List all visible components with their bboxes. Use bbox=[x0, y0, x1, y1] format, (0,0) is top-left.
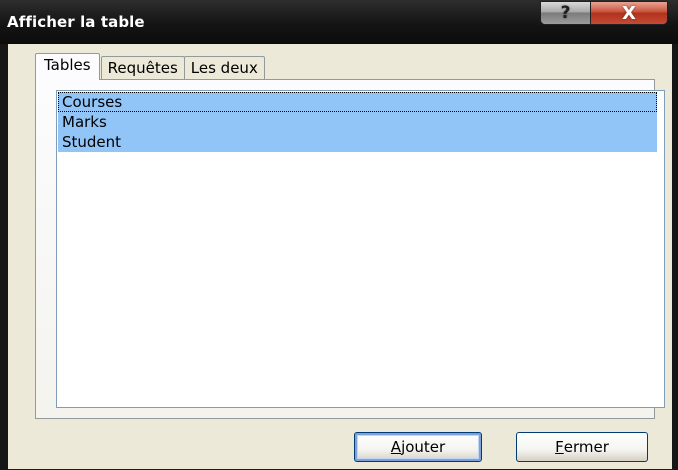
dialog-window: Afficher la table ? X Tables Requêtes Le… bbox=[0, 0, 678, 470]
help-button[interactable]: ? bbox=[540, 1, 590, 25]
tab-panel-tables: Courses Marks Student bbox=[35, 79, 665, 419]
list-item-marks[interactable]: Marks bbox=[58, 112, 657, 132]
tab-requetes[interactable]: Requêtes bbox=[100, 56, 185, 80]
close-icon: X bbox=[622, 2, 636, 24]
tab-les-deux[interactable]: Les deux bbox=[183, 56, 265, 80]
list-item-student[interactable]: Student bbox=[58, 132, 657, 152]
close-button-label: ermer bbox=[563, 438, 609, 456]
close-window-button[interactable]: X bbox=[590, 1, 668, 25]
add-button-mnemonic: A bbox=[390, 438, 402, 456]
add-button[interactable]: Ajouter bbox=[354, 432, 482, 462]
tab-tables[interactable]: Tables bbox=[35, 53, 100, 80]
close-button[interactable]: Fermer bbox=[516, 432, 648, 462]
list-item-courses[interactable]: Courses bbox=[58, 92, 657, 112]
tables-listbox[interactable]: Courses Marks Student bbox=[56, 90, 665, 408]
add-button-label: jouter bbox=[401, 438, 446, 456]
tab-strip: Tables Requêtes Les deux bbox=[35, 53, 265, 80]
window-title: Afficher la table bbox=[7, 13, 145, 31]
close-button-mnemonic: F bbox=[555, 438, 564, 456]
title-bar[interactable]: Afficher la table ? X bbox=[0, 0, 678, 44]
help-icon: ? bbox=[560, 3, 571, 23]
